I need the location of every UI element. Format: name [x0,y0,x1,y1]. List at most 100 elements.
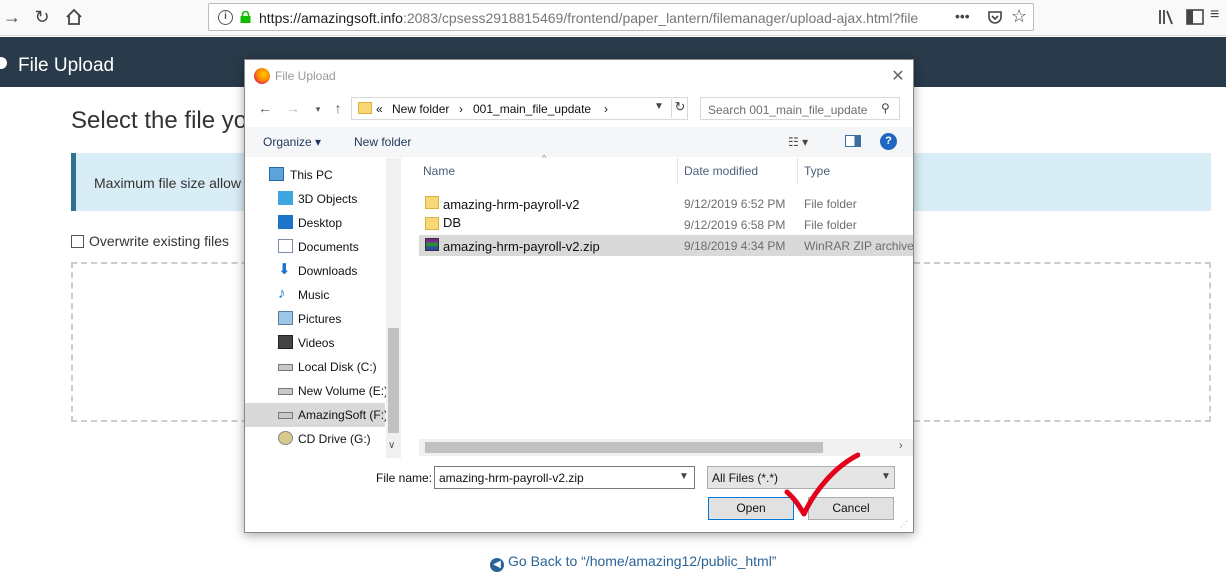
page-title: Select the file yo [71,107,248,134]
browser-toolbar: → ↻ i https://amazingsoft.info:2083/cpse… [0,0,1226,36]
file-type: File folder [804,197,857,211]
chevron-down-icon[interactable]: ▼ [654,101,664,112]
file-row[interactable]: amazing-hrm-payroll-v2.zip 9/18/2019 4:3… [419,235,914,256]
file-name: amazing-hrm-payroll-v2 [443,197,580,212]
file-date: 9/18/2019 4:34 PM [684,239,786,253]
close-icon[interactable]: ✕ [890,66,906,86]
library-icon[interactable] [1158,9,1176,25]
home-icon[interactable] [62,6,86,28]
file-name-value: amazing-hrm-payroll-v2.zip [439,471,584,485]
folder-icon [358,102,372,114]
folder-icon [425,217,439,230]
nav-item-local-disk[interactable]: Local Disk (C:) [245,355,385,379]
info-icon[interactable]: i [218,10,233,25]
breadcrumb-current[interactable]: 001_main_file_update [473,102,591,116]
pictures-icon [278,311,293,325]
organize-button[interactable]: Organize ▾ [263,135,321,149]
nav-item-pictures[interactable]: Pictures [245,307,385,331]
lock-icon [240,11,251,23]
pocket-icon[interactable] [987,10,1003,26]
cube-icon [278,191,293,205]
chevron-down-icon[interactable]: ∨ [388,440,395,451]
drive-icon [278,388,293,395]
file-name: DB [443,215,462,230]
arrow-left-icon: ◀ [490,558,504,572]
nav-item-amazingsoft[interactable]: AmazingSoft (F:) [245,403,388,427]
scrollbar-thumb[interactable] [425,442,823,453]
preview-pane-icon[interactable] [845,135,861,147]
command-bar: Organize ▾ New folder ☷ ▾ ? [245,127,913,157]
chevron-down-icon[interactable]: ▼ [881,471,891,482]
open-button[interactable]: Open [708,497,794,520]
column-divider[interactable] [677,158,678,184]
breadcrumb-new-folder[interactable]: New folder [392,102,449,116]
videos-icon [278,335,293,349]
download-icon: ⬇ [278,261,291,278]
nav-item-label: This PC [290,168,333,182]
checkbox-box[interactable] [71,235,84,248]
breadcrumb-separator[interactable]: › [604,102,608,116]
folder-icon [425,196,439,209]
url-bar[interactable]: i https://amazingsoft.info:2083/cpsess29… [208,3,1034,31]
nav-item-this-pc[interactable]: This PC [245,163,385,187]
nav-item-label: Downloads [298,264,358,278]
resize-grip-icon[interactable]: ⋰ [900,520,908,529]
chevron-right-icon[interactable]: › [899,440,903,452]
column-header-name[interactable]: Name [423,164,455,178]
nav-item-desktop[interactable]: Desktop [245,211,385,235]
alert-text: Maximum file size allow [94,175,242,191]
menu-icon[interactable]: ≡ [1210,6,1219,24]
file-list: ^ Name Date modified Type amazing-hrm-pa… [419,153,914,458]
chevron-down-icon[interactable]: ▼ [679,471,689,482]
help-icon[interactable]: ? [880,133,897,150]
nav-item-3d-objects[interactable]: 3D Objects [245,187,385,211]
file-name-label: File name: [376,471,433,485]
nav-item-label: 3D Objects [298,192,358,206]
column-divider[interactable] [797,158,798,184]
column-header-date[interactable]: Date modified [684,164,758,178]
nav-item-new-volume[interactable]: New Volume (E:) [245,379,388,403]
back-arrow-icon[interactable]: ← [256,100,274,116]
file-row[interactable]: DB 9/12/2019 6:58 PM File folder [419,214,913,235]
pc-icon [269,167,284,181]
file-date: 9/12/2019 6:52 PM [684,197,786,211]
column-header-type[interactable]: Type [804,164,830,178]
view-options-icon[interactable]: ☷ ▾ [788,135,808,149]
nav-item-documents[interactable]: Documents [245,235,385,259]
nav-item-label: Videos [298,336,335,350]
scrollbar-thumb[interactable] [388,328,399,433]
up-arrow-icon[interactable]: ↑ [329,100,347,116]
drive-icon [278,412,293,419]
recent-locations-icon[interactable]: ▾ [309,104,327,115]
nav-item-label: Documents [298,240,359,254]
dialog-titlebar[interactable]: File Upload ✕ [245,60,913,91]
nav-item-videos[interactable]: Videos [245,331,385,355]
back-icon[interactable]: → [0,6,24,28]
search-icon[interactable]: ⚲ [881,101,890,115]
nav-item-music[interactable]: ♪ Music [245,283,385,307]
breadcrumb-overflow[interactable]: « [376,102,383,116]
winrar-icon [425,238,439,251]
new-folder-button[interactable]: New folder [354,135,411,149]
nav-item-label: CD Drive (G:) [298,432,371,446]
go-back-link[interactable]: ◀ Go Back to “/home/amazing12/public_html… [490,553,776,572]
dialog-nav-row: ← → ▾ ↑ « New folder › 001_main_file_upd… [245,96,913,122]
bookmark-star-icon[interactable]: ☆ [1011,6,1027,27]
address-bar[interactable]: « New folder › 001_main_file_update › ▼ … [351,97,688,120]
nav-item-label: Local Disk (C:) [298,360,377,374]
forward-arrow-icon[interactable]: → [284,100,302,116]
reload-icon[interactable]: ↻ [30,6,54,28]
header-title: File Upload [18,55,115,76]
breadcrumb-separator[interactable]: › [459,102,463,116]
nav-item-downloads[interactable]: ⬇ Downloads [245,259,385,283]
nav-item-cd-drive[interactable]: CD Drive (G:) [245,427,385,451]
filter-value: All Files (*.*) [712,471,779,485]
sidebar-icon[interactable] [1186,9,1204,25]
page-actions-icon[interactable]: ••• [955,8,970,24]
overwrite-checkbox[interactable]: Overwrite existing files [71,233,229,249]
file-row[interactable]: amazing-hrm-payroll-v2 9/12/2019 6:52 PM… [419,193,913,214]
refresh-icon[interactable]: ↻ [671,99,688,118]
file-name-input[interactable]: amazing-hrm-payroll-v2.zip ▼ [434,466,695,489]
nav-scrollbar[interactable]: ∨ [386,158,401,458]
search-input[interactable]: Search 001_main_file_update ⚲ [700,97,900,120]
